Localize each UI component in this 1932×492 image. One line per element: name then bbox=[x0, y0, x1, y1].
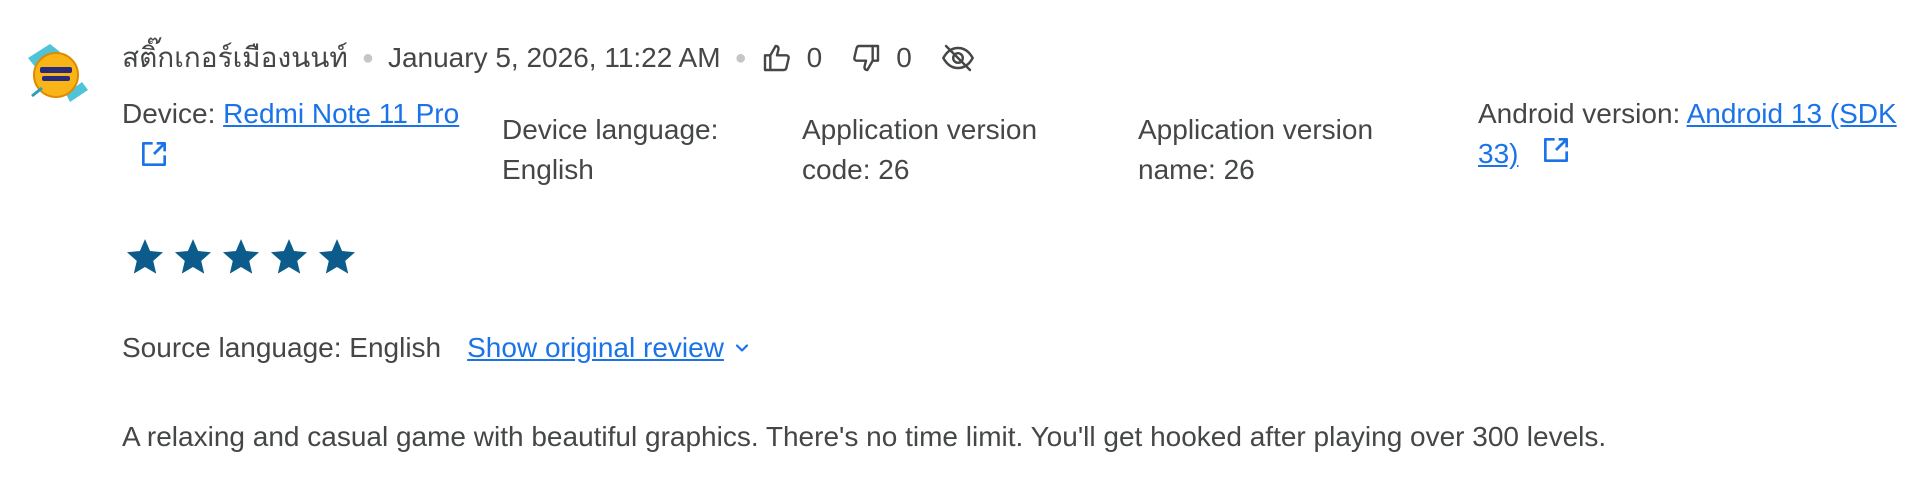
android-link-cont[interactable]: 33) bbox=[1478, 138, 1518, 169]
open-in-new-icon[interactable] bbox=[138, 138, 170, 181]
chevron-down-icon[interactable] bbox=[732, 338, 752, 358]
device-label: Device: bbox=[122, 98, 224, 129]
device-language: Device language: English bbox=[502, 110, 742, 190]
avatar bbox=[20, 38, 92, 110]
thumb-up-icon[interactable] bbox=[761, 42, 793, 74]
device-info: Device: Redmi Note 11 Pro bbox=[122, 94, 462, 181]
star-icon bbox=[174, 239, 212, 274]
device-link[interactable]: Redmi Note 11 Pro bbox=[223, 98, 459, 129]
author-name: สติ๊กเกอร์เมืองนนท์ bbox=[122, 42, 348, 73]
review-header: สติ๊กเกอร์เมืองนนท์ ● January 5, 2026, 1… bbox=[122, 38, 976, 78]
review-timestamp: January 5, 2026, 11:22 AM bbox=[387, 42, 721, 73]
show-original-review-link[interactable]: Show original review bbox=[467, 328, 724, 368]
device-language-text: Device language: English bbox=[502, 114, 719, 185]
android-version: Android version: Android 13 (SDK 33) bbox=[1478, 94, 1932, 177]
star-icon bbox=[126, 239, 164, 274]
android-label: Android version: bbox=[1478, 98, 1687, 129]
source-language: Source language: English bbox=[122, 332, 442, 363]
source-language-row: Source language: English Show original r… bbox=[122, 328, 752, 368]
star-rating bbox=[124, 236, 358, 278]
dislike-count: 0 bbox=[896, 42, 912, 73]
separator-dot: ● bbox=[361, 46, 374, 69]
like-count: 0 bbox=[806, 42, 823, 73]
android-link[interactable]: Android 13 (SDK bbox=[1687, 98, 1897, 129]
separator-dot: ● bbox=[734, 46, 747, 69]
visibility-off-icon[interactable] bbox=[940, 42, 976, 74]
review-text: A relaxing and casual game with beautifu… bbox=[122, 421, 1607, 452]
star-icon bbox=[270, 239, 308, 274]
open-in-new-icon[interactable] bbox=[1540, 134, 1572, 177]
app-version-name-text: Application version name: 26 bbox=[1138, 114, 1374, 185]
star-icon bbox=[222, 239, 260, 274]
star-icon bbox=[318, 239, 356, 274]
app-version-code: Application version code: 26 bbox=[802, 110, 1092, 190]
app-version-name: Application version name: 26 bbox=[1138, 110, 1428, 190]
app-version-code-text: Application version code: 26 bbox=[802, 114, 1038, 185]
thumb-down-icon[interactable] bbox=[850, 42, 882, 74]
